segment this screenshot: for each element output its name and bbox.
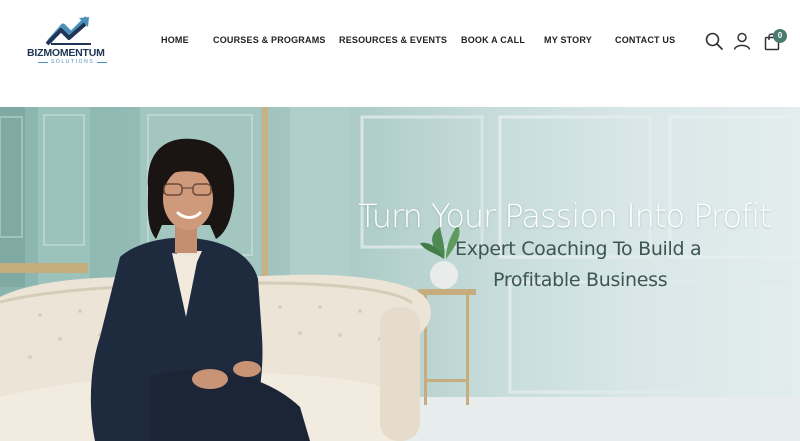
hero-banner: Turn Your Passion Into Profit Expert Coa… — [0, 107, 800, 441]
brand-logo[interactable]: BIZMOMENTUM SOLUTIONS — [27, 16, 115, 66]
site-header: BIZMOMENTUM SOLUTIONS HOME COURSES & PRO… — [0, 0, 800, 107]
search-icon[interactable] — [704, 31, 724, 51]
nav-book-a-call[interactable]: BOOK A CALL — [461, 35, 525, 45]
nav-my-story[interactable]: MY STORY — [544, 35, 592, 45]
nav-home[interactable]: HOME — [161, 35, 189, 45]
nav-contact-us[interactable]: CONTACT US — [615, 35, 675, 45]
hero-subtitle-line-1: Expert Coaching To Build a — [455, 238, 702, 260]
hero-title: Turn Your Passion Into Profit — [358, 197, 772, 235]
brand-tagline: SOLUTIONS — [37, 59, 108, 65]
logo-arrow-icon — [45, 16, 91, 46]
brand-name: BIZMOMENTUM — [27, 47, 105, 59]
nav-resources-events[interactable]: RESOURCES & EVENTS — [339, 35, 447, 45]
user-icon[interactable] — [732, 31, 752, 51]
nav-courses-programs[interactable]: COURSES & PROGRAMS — [213, 35, 326, 45]
cart-count-badge: 0 — [773, 29, 787, 43]
hero-subtitle-line-2: Profitable Business — [493, 269, 668, 291]
